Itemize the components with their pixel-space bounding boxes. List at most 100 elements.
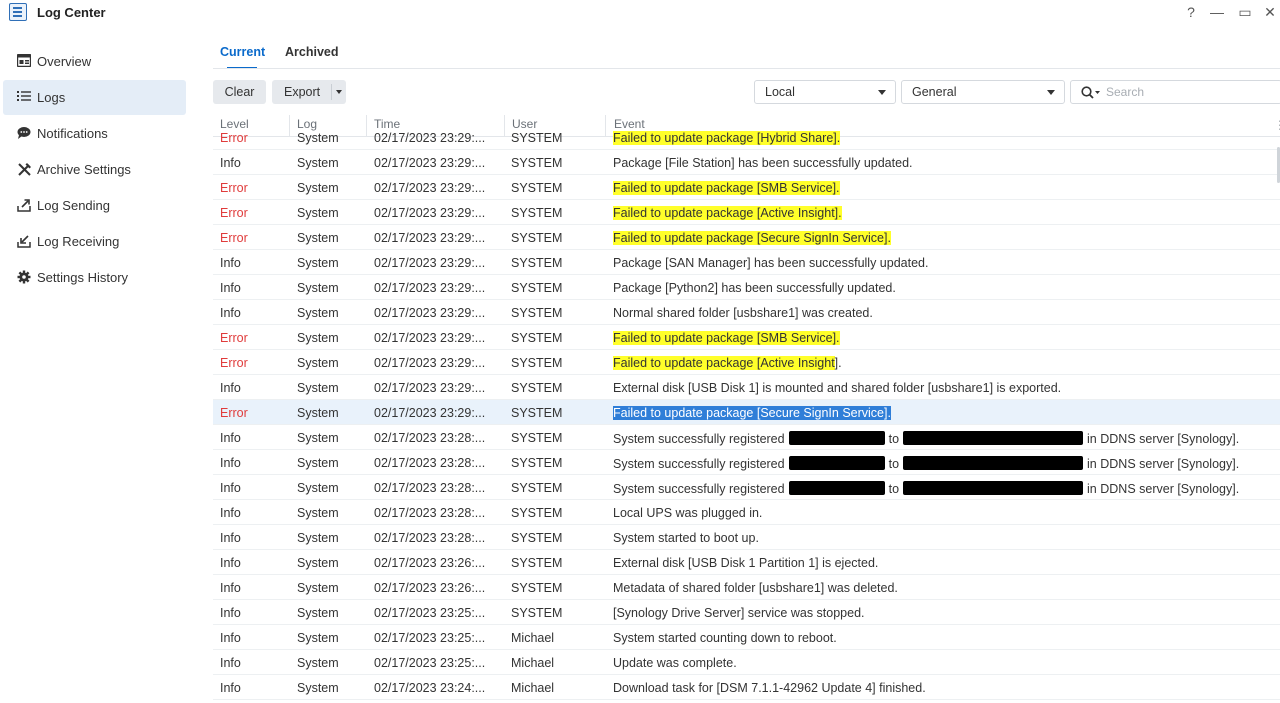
highlighted-text: Failed to update package [Hybrid Share]. bbox=[613, 131, 841, 145]
location-select[interactable]: Local bbox=[754, 80, 896, 104]
chevron-down-icon[interactable] bbox=[336, 90, 342, 94]
minimize-icon[interactable]: — bbox=[1209, 4, 1225, 20]
table-row[interactable]: Info System 02/17/2023 23:28:... SYSTEM Syst… bbox=[213, 425, 1280, 450]
event-cell: Failed to update package [Secure SignIn … bbox=[613, 231, 891, 245]
table-row[interactable]: Info System 02/17/2023 23:29:... SYSTEM Pack… bbox=[213, 150, 1280, 175]
table-row[interactable]: Info System 02/17/2023 23:28:... SYSTEM Syst… bbox=[213, 525, 1280, 550]
event-cell: System successfully registered to in DDNS … bbox=[613, 481, 1239, 496]
table-row[interactable]: Error System 02/17/2023 23:29:... SYSTEM Fai… bbox=[213, 350, 1280, 375]
highlighted-text: Failed to update package [SMB Service]. bbox=[613, 181, 840, 195]
table-row[interactable]: Info System 02/17/2023 23:26:... SYSTEM Exte… bbox=[213, 550, 1280, 575]
sidebar-item-label: Notifications bbox=[37, 126, 108, 141]
event-text: Normal shared folder [usbshare1] was cre… bbox=[613, 306, 873, 320]
table-row[interactable]: Error System 02/17/2023 23:29:... SYSTEM Fai… bbox=[213, 325, 1280, 350]
list-icon bbox=[17, 90, 31, 104]
table-row[interactable]: Info System 02/17/2023 23:25:... Michael Upd… bbox=[213, 650, 1280, 675]
maximize-icon[interactable]: ▭ bbox=[1237, 4, 1253, 21]
time-cell: 02/17/2023 23:28:... bbox=[374, 531, 486, 545]
time-cell: 02/17/2023 23:29:... bbox=[374, 206, 486, 220]
table-row[interactable]: Error System 02/17/2023 23:29:... SYSTEM Fai… bbox=[213, 225, 1280, 250]
tab-current[interactable]: Current bbox=[220, 45, 265, 59]
time-cell: 02/17/2023 23:28:... bbox=[374, 456, 486, 470]
table-row[interactable]: Error System 02/17/2023 23:29:... SYSTEM Fai… bbox=[213, 400, 1280, 425]
event-text: System successfully registered bbox=[613, 457, 785, 471]
close-icon[interactable]: ✕ bbox=[1262, 4, 1278, 21]
log-cell: System bbox=[297, 531, 339, 545]
event-cell: Package [SAN Manager] has been successfu… bbox=[613, 256, 928, 270]
redaction-mark bbox=[903, 456, 1084, 470]
event-text: Update was complete. bbox=[613, 656, 737, 670]
log-cell: System bbox=[297, 681, 339, 695]
event-text: System started counting down to reboot. bbox=[613, 631, 837, 645]
log-type-select[interactable]: General bbox=[901, 80, 1065, 104]
user-cell: SYSTEM bbox=[511, 456, 563, 470]
time-cell: 02/17/2023 23:28:... bbox=[374, 431, 486, 445]
log-cell: System bbox=[297, 481, 339, 495]
time-cell: 02/17/2023 23:25:... bbox=[374, 606, 486, 620]
highlighted-text: Failed to update package [Active Insight bbox=[613, 356, 835, 370]
user-cell: SYSTEM bbox=[511, 131, 563, 145]
table-row[interactable]: Error System 02/17/2023 23:29:... SYSTEM Fai… bbox=[213, 128, 1280, 150]
log-cell: System bbox=[297, 431, 339, 445]
tab-divider bbox=[213, 68, 1280, 69]
table-row[interactable]: Error System 02/17/2023 23:29:... SYSTEM Fai… bbox=[213, 200, 1280, 225]
table-row[interactable]: Info System 02/17/2023 23:25:... SYSTEM [Syn… bbox=[213, 600, 1280, 625]
table-row[interactable]: Info System 02/17/2023 23:29:... SYSTEM Exte… bbox=[213, 375, 1280, 400]
clear-button[interactable]: Clear bbox=[213, 80, 266, 104]
table-row[interactable]: Error System 02/17/2023 23:29:... SYSTEM Fai… bbox=[213, 175, 1280, 200]
level-cell: Info bbox=[220, 581, 241, 595]
sidebar-item-log-sending[interactable]: Log Sending bbox=[3, 188, 186, 223]
export-button[interactable]: Export bbox=[272, 80, 346, 104]
user-cell: SYSTEM bbox=[511, 381, 563, 395]
sidebar-item-label: Log Sending bbox=[37, 198, 111, 213]
tab-archived[interactable]: Archived bbox=[285, 45, 339, 59]
table-row[interactable]: Info System 02/17/2023 23:29:... SYSTEM Norm… bbox=[213, 300, 1280, 325]
highlighted-text: Failed to update package [Secure SignIn … bbox=[613, 406, 891, 420]
sidebar-item-overview[interactable]: Overview bbox=[3, 44, 186, 79]
event-text: System successfully registered bbox=[613, 482, 785, 496]
user-cell: Michael bbox=[511, 631, 555, 645]
user-cell: Michael bbox=[511, 656, 555, 670]
time-cell: 02/17/2023 23:29:... bbox=[374, 181, 486, 195]
highlighted-text: Failed to update package [Active Insight… bbox=[613, 206, 842, 220]
table-row[interactable]: Info System 02/17/2023 23:25:... Michael Sys… bbox=[213, 625, 1280, 650]
event-cell: Update was complete. bbox=[613, 656, 737, 670]
time-cell: 02/17/2023 23:29:... bbox=[374, 281, 486, 295]
table-row[interactable]: Info System 02/17/2023 23:29:... SYSTEM Pack… bbox=[213, 250, 1280, 275]
level-cell: Error bbox=[220, 231, 248, 245]
user-cell: SYSTEM bbox=[511, 481, 563, 495]
gear-icon bbox=[17, 270, 31, 284]
sidebar-item-notifications[interactable]: Notifications bbox=[3, 116, 186, 151]
table-row[interactable]: Info System 02/17/2023 23:28:... SYSTEM Loca… bbox=[213, 500, 1280, 525]
table-row[interactable]: Info System 02/17/2023 23:26:... SYSTEM Meta… bbox=[213, 575, 1280, 600]
help-icon[interactable]: ? bbox=[1183, 4, 1199, 20]
sidebar-item-settings-history[interactable]: Settings History bbox=[3, 260, 186, 295]
sidebar-item-logs[interactable]: Logs bbox=[3, 80, 186, 115]
table-row[interactable]: Info System 02/17/2023 23:29:... SYSTEM Pack… bbox=[213, 275, 1280, 300]
search-input[interactable]: Search bbox=[1070, 80, 1280, 104]
event-cell: Normal shared folder [usbshare1] was cre… bbox=[613, 306, 873, 320]
sidebar-item-log-receiving[interactable]: Log Receiving bbox=[3, 224, 186, 259]
time-cell: 02/17/2023 23:28:... bbox=[374, 506, 486, 520]
table-row[interactable]: Info System 02/17/2023 23:28:... SYSTEM Syst… bbox=[213, 450, 1280, 475]
event-cell: Package [File Station] has been successf… bbox=[613, 156, 913, 170]
search-icon[interactable] bbox=[1081, 86, 1101, 102]
chevron-down-icon bbox=[878, 90, 886, 95]
event-cell: System successfully registered to in DDNS … bbox=[613, 431, 1239, 446]
user-cell: SYSTEM bbox=[511, 331, 563, 345]
table-row[interactable]: Info System 02/17/2023 23:24:... Michael Dow… bbox=[213, 675, 1280, 700]
time-cell: 02/17/2023 23:29:... bbox=[374, 381, 486, 395]
sidebar-item-archive-settings[interactable]: Archive Settings bbox=[3, 152, 186, 187]
log-cell: System bbox=[297, 156, 339, 170]
table-row[interactable]: Info System 02/17/2023 23:28:... SYSTEM Syst… bbox=[213, 475, 1280, 500]
redaction-mark bbox=[903, 481, 1084, 495]
download-icon bbox=[17, 234, 31, 248]
log-cell: System bbox=[297, 506, 339, 520]
time-cell: 02/17/2023 23:29:... bbox=[374, 331, 486, 345]
level-cell: Error bbox=[220, 131, 248, 145]
event-cell: System started to boot up. bbox=[613, 531, 759, 545]
level-cell: Info bbox=[220, 306, 241, 320]
user-cell: SYSTEM bbox=[511, 181, 563, 195]
time-cell: 02/17/2023 23:29:... bbox=[374, 306, 486, 320]
time-cell: 02/17/2023 23:29:... bbox=[374, 356, 486, 370]
